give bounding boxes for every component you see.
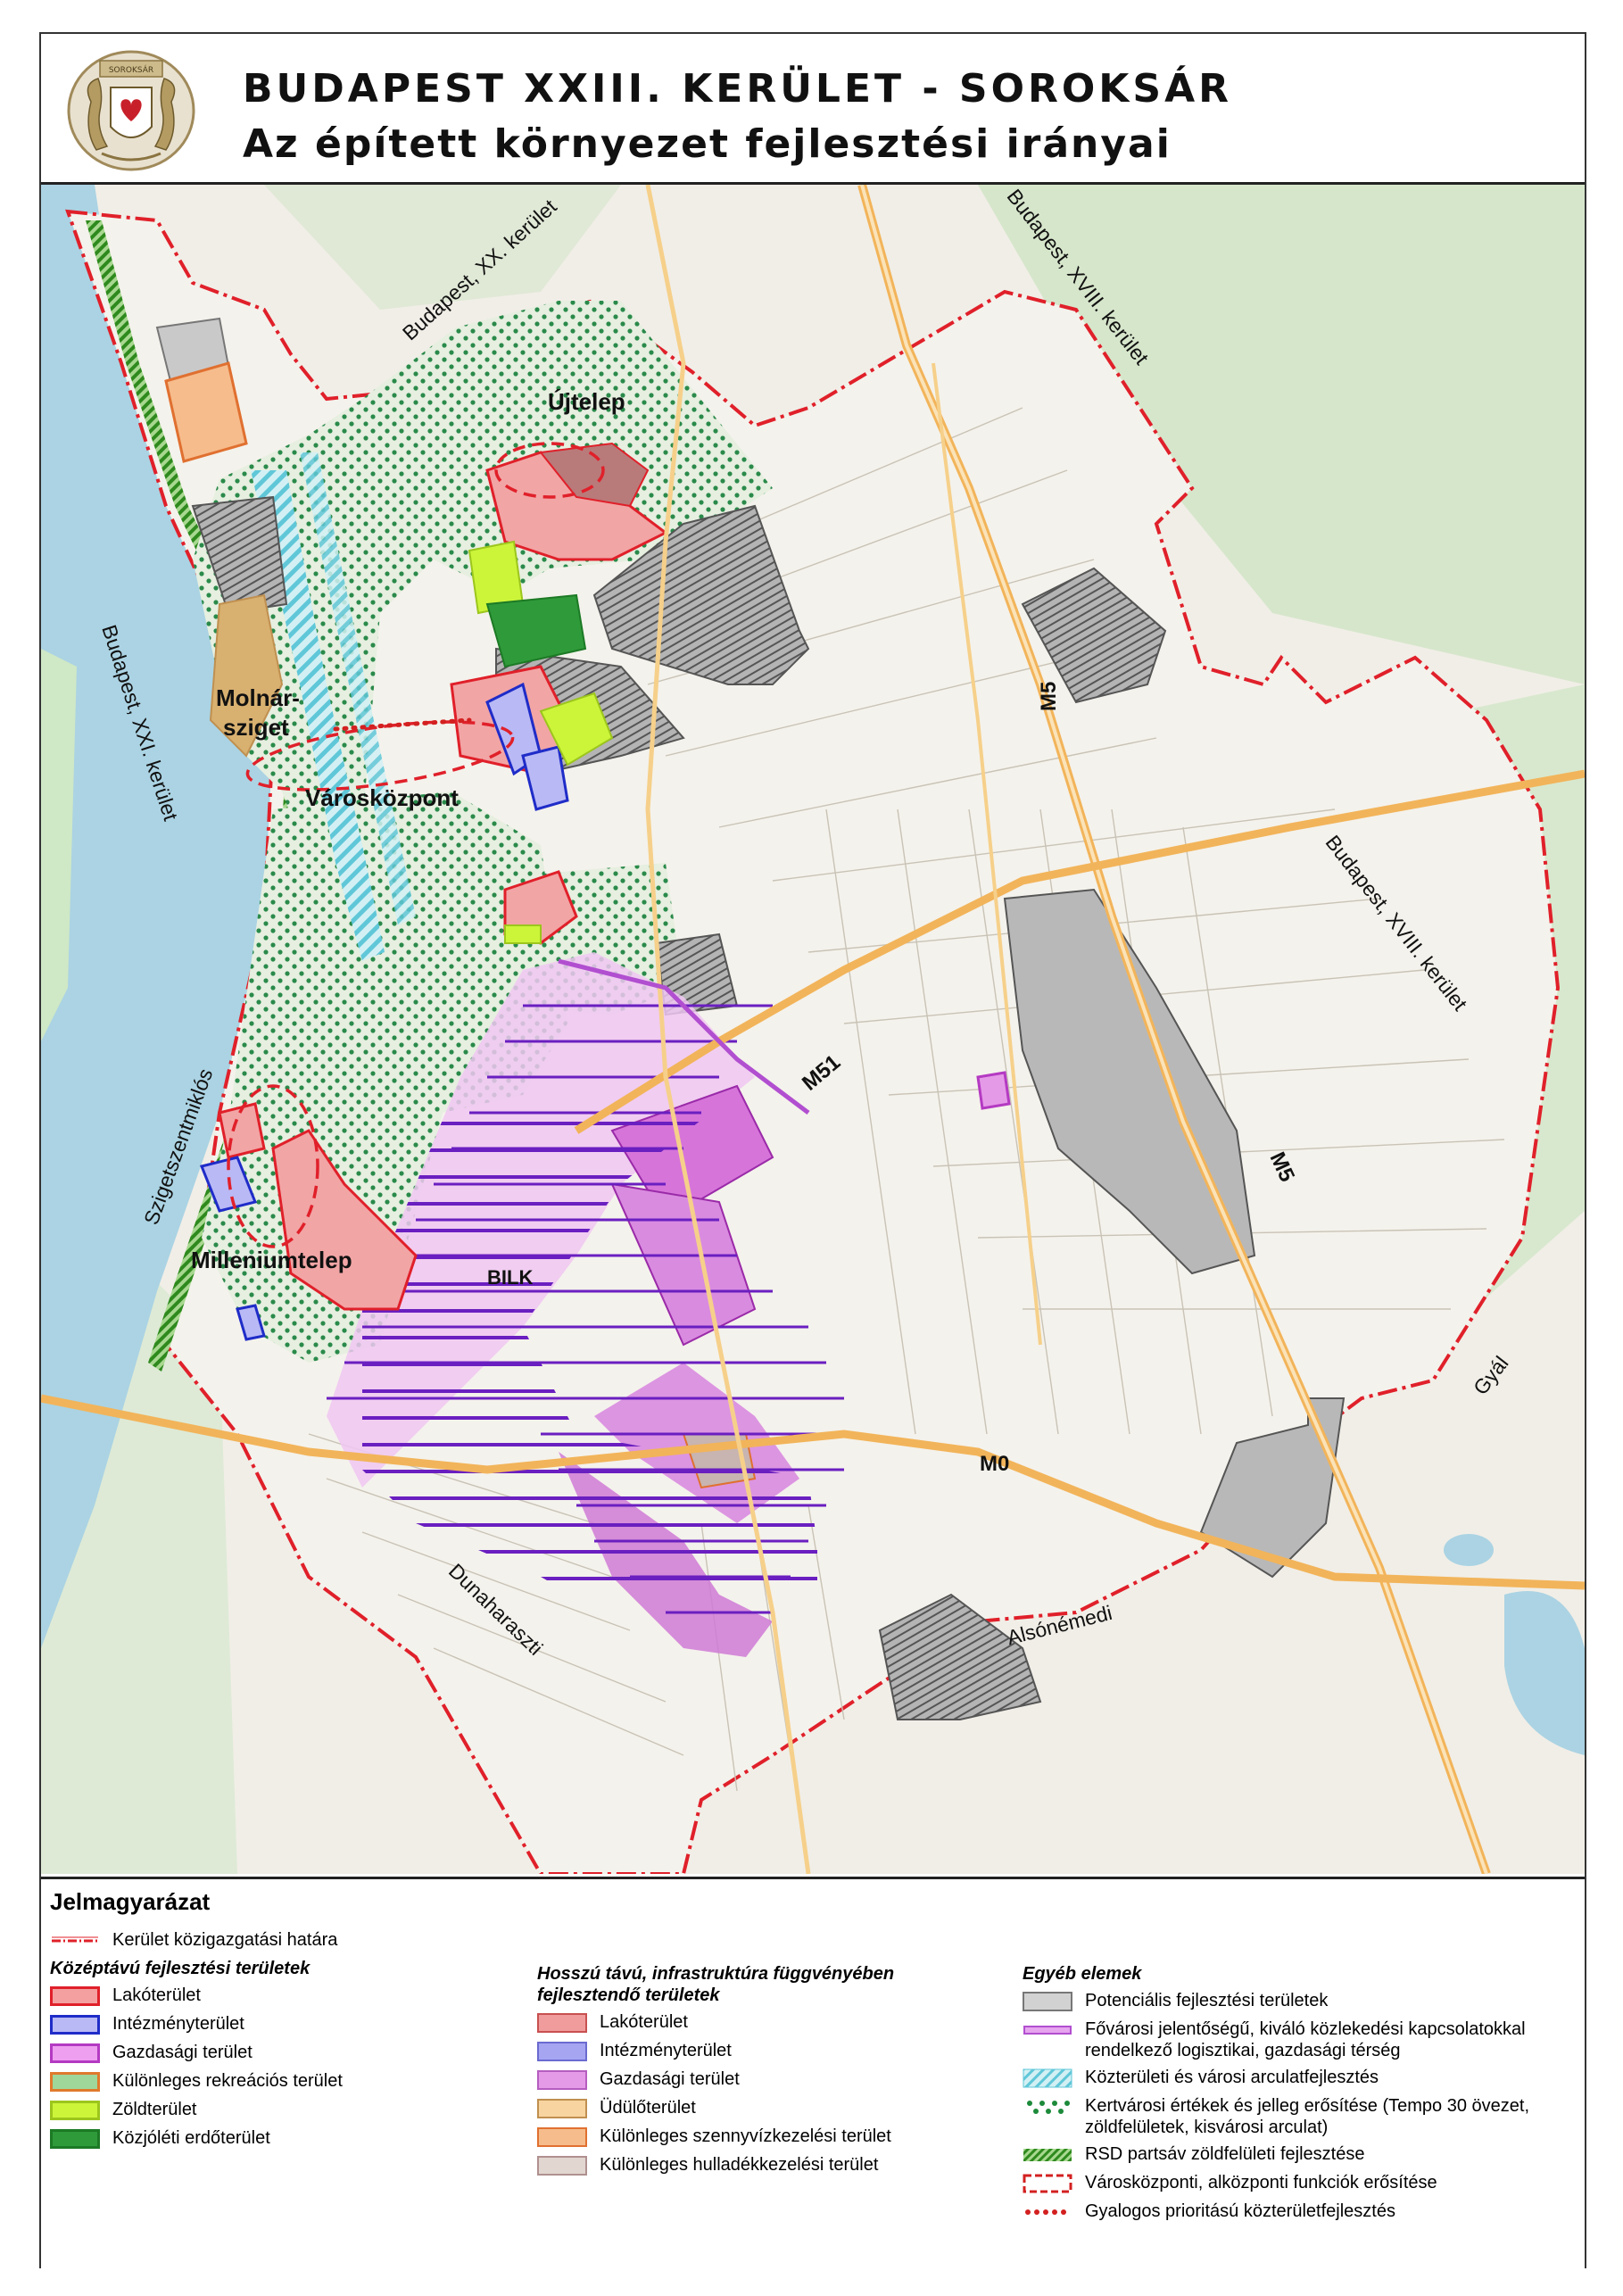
legend-title: Jelmagyarázat xyxy=(50,1888,211,1915)
legend-item: Zöldterület xyxy=(50,2099,532,2122)
map-title: BUDAPEST XXIII. KERÜLET - SOROKSÁR xyxy=(243,66,1233,112)
map-subtitle: Az épített környezet fejlesztési irányai xyxy=(243,121,1172,167)
red-dashed-box-icon xyxy=(1023,2174,1072,2193)
legend-item: Különleges szennyvízkezelési terület xyxy=(537,2126,1037,2149)
map-drawing xyxy=(41,185,1585,1874)
legend-list-medium-term: Lakóterület Intézményterület Gazdasági t… xyxy=(50,1985,532,2151)
legend-label: Potenciális fejlesztési területek xyxy=(1085,1991,1329,2010)
legend-label: Fővárosi jelentőségű, kiváló közlekedési… xyxy=(1085,2019,1526,2060)
legend-item: Potenciális fejlesztési területek xyxy=(1023,1990,1576,2013)
legend-label: Városközponti, alközponti funkciók erősí… xyxy=(1085,2173,1437,2192)
place-label-molnar-sziget-2: sziget xyxy=(223,714,289,741)
legend-item: Kertvárosi értékek és jelleg erősítése (… xyxy=(1023,2095,1576,2138)
logistics-line-icon xyxy=(1023,2026,1072,2035)
legend-item: Városközponti, alközponti funkciók erősí… xyxy=(1023,2172,1576,2195)
legend-label: Lakóterület xyxy=(112,1985,201,2005)
red-dots-icon xyxy=(1025,2209,1066,2215)
place-label-ujtelep: Újtelep xyxy=(548,388,625,415)
swatch-economic xyxy=(50,2043,100,2063)
legend-item: RSD partsáv zöldfelületi fejlesztése xyxy=(1023,2143,1576,2167)
swatch-green-area xyxy=(50,2101,100,2120)
legend-item: Különleges hulladékkezelési terület xyxy=(537,2154,1037,2177)
cyan-hatch-icon xyxy=(1023,2068,1072,2088)
legend-label: Intézményterület xyxy=(600,2041,732,2060)
legend-item: Intézményterület xyxy=(537,2040,1037,2063)
legend-item: Lakóterület xyxy=(50,1985,532,2008)
place-label-milleniumtelep: Milleniumtelep xyxy=(191,1247,352,1273)
swatch-holiday xyxy=(537,2099,587,2118)
crest-label: SOROKSÁR xyxy=(109,64,153,75)
legend-item: Közterületi és városi arculatfejlesztés xyxy=(1023,2067,1576,2090)
place-label-bilk: BILK xyxy=(487,1266,534,1289)
swatch-wastewater xyxy=(537,2127,587,2147)
swatch-waste xyxy=(537,2156,587,2176)
green-dots-icon xyxy=(1027,2101,1070,2114)
legend-item: Lakóterület xyxy=(537,2011,1037,2035)
legend-label: Gyalogos prioritású közterületfejlesztés xyxy=(1085,2201,1395,2221)
swatch-residential-long xyxy=(537,2013,587,2033)
legend-label: Különleges szennyvízkezelési terület xyxy=(600,2126,891,2146)
swatch-recreation xyxy=(50,2072,100,2092)
legend-label: Közterületi és városi arculatfejlesztés xyxy=(1085,2068,1379,2087)
legend-label: Lakóterület xyxy=(600,2012,688,2032)
legend-item: Gazdasági terület xyxy=(537,2068,1037,2092)
swatch-forest xyxy=(50,2129,100,2149)
legend-label: Gazdasági terület xyxy=(600,2069,740,2089)
boundary-line-icon xyxy=(52,1936,98,1943)
legend-heading-long-term: Hosszú távú, infrastruktúra függvényében… xyxy=(537,1964,895,2005)
legend-label: Üdülőterület xyxy=(600,2098,696,2118)
place-label-molnar-sziget-1: Molnár- xyxy=(216,684,300,711)
legend-item: Intézményterület xyxy=(50,2013,532,2036)
legend-label: Közjóléti erdőterület xyxy=(112,2128,270,2148)
legend-label-boundary: Kerület közigazgatási határa xyxy=(112,1930,338,1950)
legend-label: Gazdasági terület xyxy=(112,2043,253,2062)
legend-heading-medium-term: Középtávú fejlesztési területek xyxy=(50,1959,311,1978)
swatch-potential xyxy=(1023,1992,1072,2011)
legend-column-1: Kerület közigazgatási határa Középtávú f… xyxy=(50,1929,532,2156)
road-label-m0: M0 xyxy=(980,1452,1010,1476)
legend-panel: Jelmagyarázat Kerület közigazgatási hatá… xyxy=(41,1877,1585,2269)
legend-column-3: Egyéb elemek Potenciális fejlesztési ter… xyxy=(1023,1960,1576,2229)
legend-column-2: Hosszú távú, infrastruktúra függvényében… xyxy=(537,1960,1037,2183)
legend-item: Különleges rekreációs terület xyxy=(50,2070,532,2093)
swatch-economic-long xyxy=(537,2070,587,2090)
legend-item-boundary: Kerület közigazgatási határa xyxy=(50,1929,532,1952)
road-label-m5-top: M5 xyxy=(1037,681,1061,711)
legend-label: Különleges rekreációs terület xyxy=(112,2071,343,2091)
legend-heading-other: Egyéb elemek xyxy=(1023,1964,1142,1984)
legend-label: Zöldterület xyxy=(112,2100,197,2119)
rsd-stripe-icon xyxy=(1023,2149,1072,2161)
swatch-institutional xyxy=(50,2015,100,2035)
legend-item: Közjóléti erdőterület xyxy=(50,2127,532,2151)
place-label-varoskozpont: Városközpont xyxy=(305,784,459,811)
map-header: SOROKSÁR BUDAPEST XXIII. KERÜLET - SOROK… xyxy=(41,34,1585,185)
swatch-institutional-long xyxy=(537,2042,587,2061)
legend-label: Kertvárosi értékek és jelleg erősítése (… xyxy=(1085,2096,1530,2137)
legend-item: Fővárosi jelentőségű, kiváló közlekedési… xyxy=(1023,2018,1576,2061)
legend-label: Intézményterület xyxy=(112,2014,244,2034)
legend-item: Üdülőterület xyxy=(537,2097,1037,2120)
legend-item: Gazdasági terület xyxy=(50,2042,532,2065)
swatch-residential xyxy=(50,1986,100,2006)
legend-item: Gyalogos prioritású közterületfejlesztés xyxy=(1023,2201,1576,2224)
coat-of-arms-icon: SOROKSÁR xyxy=(67,50,195,171)
legend-label: Különleges hulladékkezelési terület xyxy=(600,2155,879,2175)
legend-label: RSD partsáv zöldfelületi fejlesztése xyxy=(1085,2144,1365,2164)
map-canvas: Újtelep Molnár- sziget Városközpont Mill… xyxy=(41,185,1585,1874)
